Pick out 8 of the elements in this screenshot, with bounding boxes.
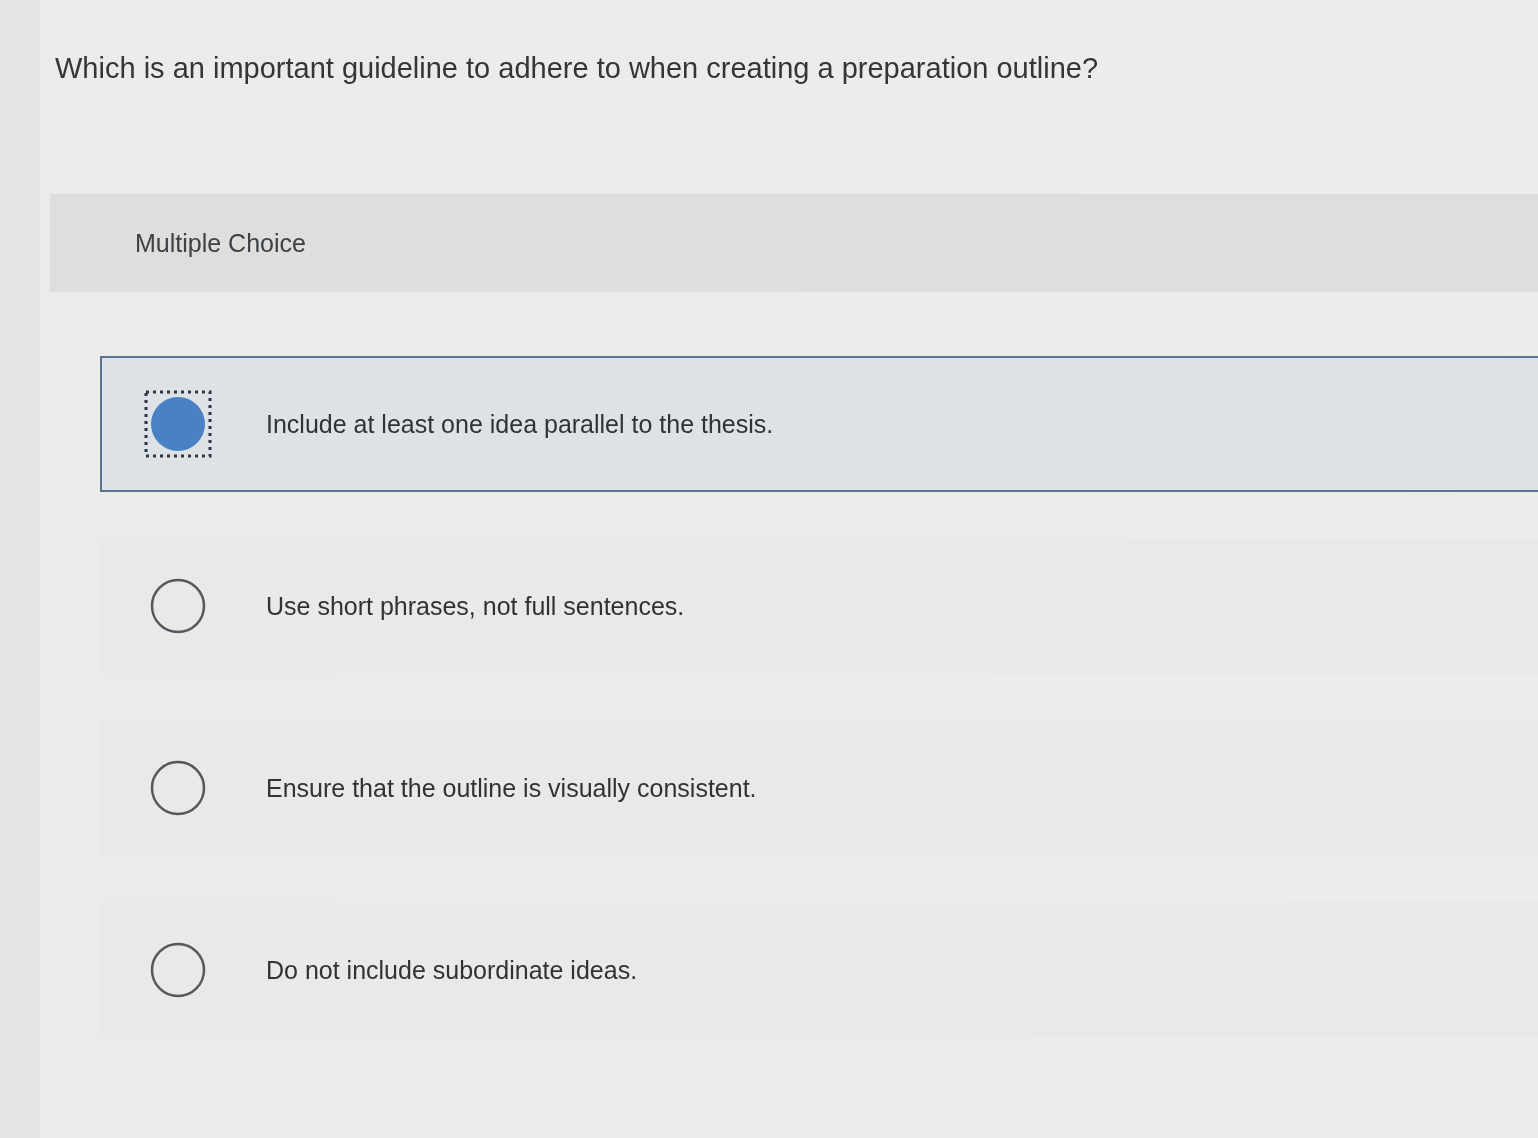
option-text: Do not include subordinate ideas. xyxy=(266,955,638,985)
answer-option[interactable]: Include at least one idea parallel to the thesis. xyxy=(100,356,1538,492)
question-type-label: Multiple Choice xyxy=(135,228,306,258)
question-text: Which is an important guideline to adhere to when creating a preparation outline? xyxy=(55,51,1099,86)
radio-button[interactable] xyxy=(144,390,212,458)
option-text: Use short phrases, not full sentences. xyxy=(266,591,685,621)
option-text: Ensure that the outline is visually consistent. xyxy=(266,773,757,803)
option-text: Include at least one idea parallel to the thesis. xyxy=(266,409,774,439)
